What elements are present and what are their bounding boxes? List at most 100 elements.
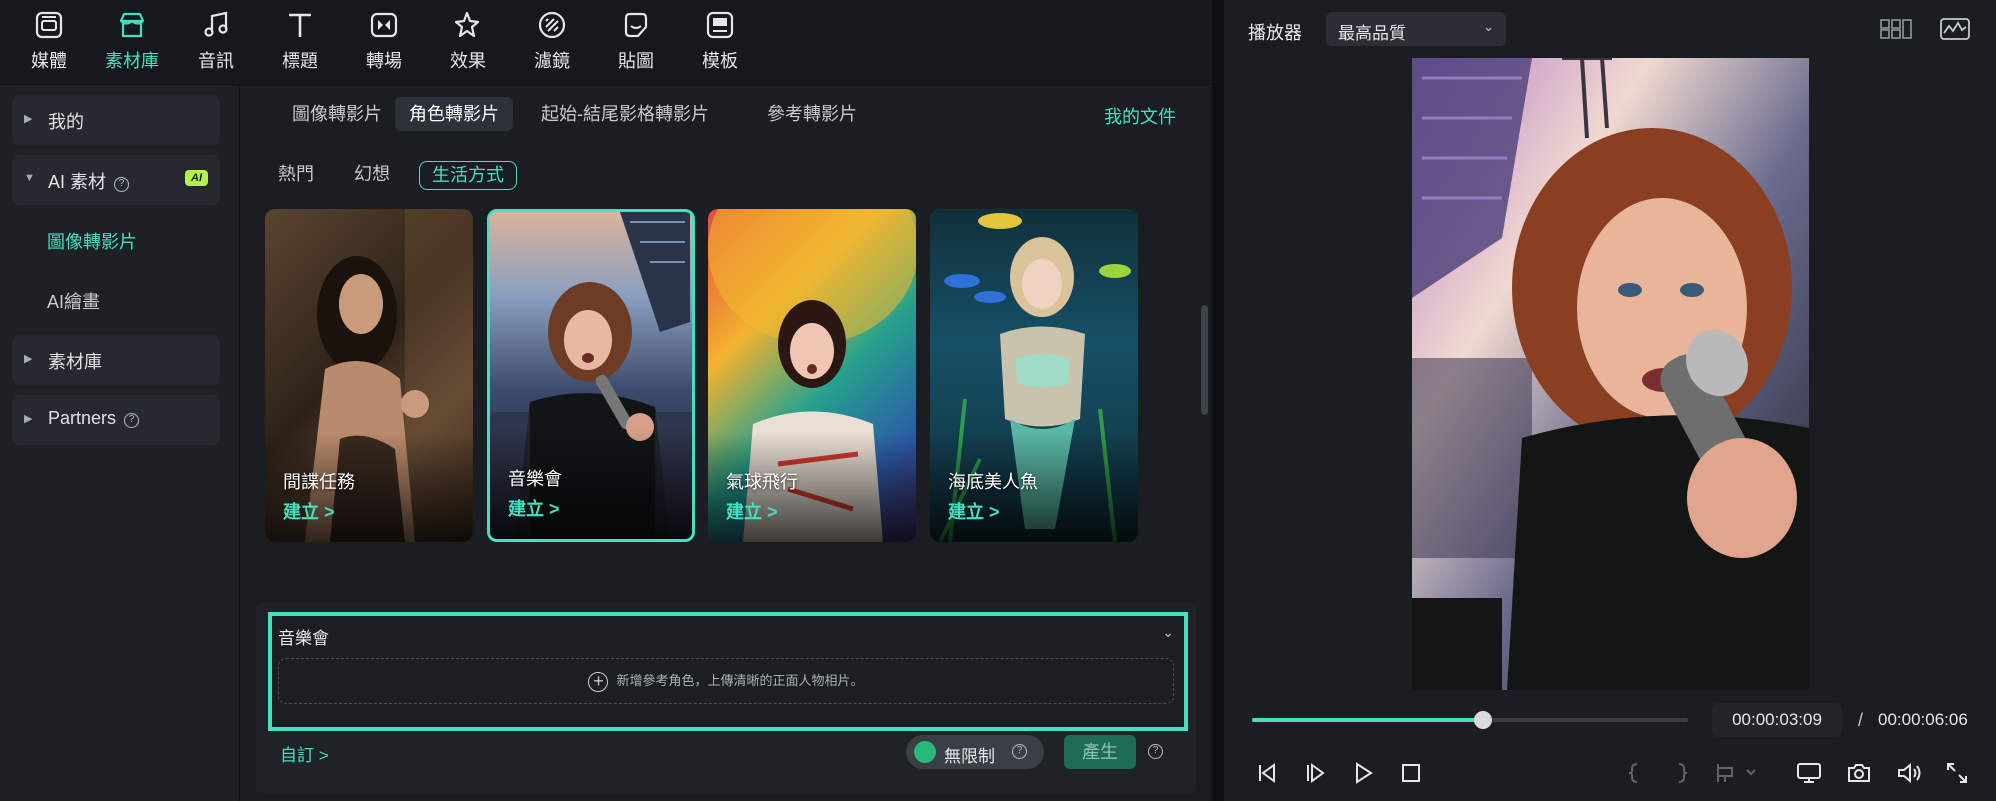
toolbar-label: 貼圖 [618,51,654,71]
sidebar-item-ai-material[interactable]: ▼ AI 素材? AI [12,155,220,205]
generate-button[interactable]: 產生 [1064,735,1136,769]
sidebar-item-stock-library[interactable]: ▶ 素材庫 [12,335,220,385]
toolbar-label: 標題 [282,51,318,71]
sidebar-item-mine[interactable]: ▶ 我的 [12,95,220,145]
stock-library-icon [119,12,145,38]
current-time[interactable]: 00:00:03:09 [1712,703,1842,737]
mark-in-icon[interactable] [1622,760,1648,786]
card-create-link[interactable]: 建立 > [283,498,335,524]
toolbar-template[interactable]: 模板 [685,8,755,74]
title-t-icon [289,13,311,37]
sidebar-item-label: 素材庫 [48,352,102,372]
sidebar-item-label-wrap: AI 素材? [48,168,130,194]
library-panel: 媒體 素材庫 音訊 標題 轉場 效果 濾鏡 貼圖 模板 ▶ 我的 ▼ AI 素材… [0,0,1212,801]
card-create-link[interactable]: 建立 > [508,495,560,521]
unlimited-credits-pill[interactable]: 無限制 ? [906,735,1044,769]
previous-frame-icon[interactable] [1254,760,1280,786]
time-separator: / [1858,710,1864,730]
next-frame-icon[interactable] [1302,760,1328,786]
card-title: 氣球飛行 [726,472,798,492]
toolbar-media[interactable]: 媒體 [14,8,84,74]
sticker-icon [624,12,648,38]
player-header: 播放器 最高品質 ⌄ [1224,0,1996,58]
add-reference-label: 新增參考角色，上傳清晰的正面人物相片。 [616,673,864,688]
toolbar-sticker[interactable]: 貼圖 [601,8,671,74]
template-icon [706,11,734,39]
chevron-down-icon: ⌄ [1483,19,1494,34]
plus-circle-icon: + [588,671,609,692]
fullscreen-icon[interactable] [1944,760,1970,786]
toolbar-stock-library[interactable]: 素材庫 [97,8,167,74]
filter-icon [538,11,566,39]
display-settings-icon[interactable] [1796,760,1822,786]
toolbar-label: 媒體 [31,51,67,71]
expand-arrow-icon: ▶ [24,413,33,425]
video-frame-image [1412,58,1809,690]
custom-link[interactable]: 自訂 > [280,741,329,766]
mark-out-icon[interactable] [1668,760,1694,786]
toolbar-audio[interactable]: 音訊 [181,8,251,74]
timeline-playhead[interactable] [1474,711,1493,729]
toolbar-transition[interactable]: 轉場 [349,8,419,74]
help-icon[interactable]: ? [124,413,140,428]
tab-start-end-frame[interactable]: 起始-結尾影格轉影片 [527,97,723,131]
template-card-selected[interactable]: 音樂會 建立 > [487,209,695,542]
tab-character-to-video[interactable]: 角色轉影片 [395,97,513,131]
chip-popular[interactable]: 熱門 [266,161,326,190]
sidebar-sub-ai-painting[interactable]: AI繪畫 [47,288,100,314]
mode-tabs: 圖像轉影片 角色轉影片 起始-結尾影格轉影片 參考轉影片 我的文件 [240,85,1212,141]
ai-badge: AI [185,170,208,186]
volume-icon[interactable] [1896,760,1922,786]
sidebar-item-label: 我的 [48,112,84,132]
template-card[interactable]: 氣球飛行 建立 > [708,209,916,542]
insert-clip-icon[interactable] [1714,760,1758,786]
card-create-link[interactable]: 建立 > [948,498,1000,524]
card-create-link[interactable]: 建立 > [726,498,778,524]
toolbar-label: 模板 [702,51,738,71]
quality-dropdown[interactable]: 最高品質 ⌄ [1326,12,1506,46]
playback-timeline[interactable] [1252,711,1688,729]
waveform-monitor-icon[interactable] [1940,18,1970,40]
chip-lifestyle[interactable]: 生活方式 [419,161,517,190]
panel-divider[interactable] [1212,0,1224,801]
player-panel: 播放器 最高品質 ⌄ 00:00:03:09 / 00:00:06:06 [1224,0,1996,801]
card-title: 間諜任務 [283,472,355,492]
help-icon[interactable]: ? [114,177,130,192]
add-reference-character-button[interactable]: + 新增參考角色，上傳清晰的正面人物相片。 [278,658,1174,704]
effects-star-icon [454,11,480,38]
chip-fantasy[interactable]: 幻想 [342,161,402,190]
toolbar-label: 音訊 [198,51,234,71]
card-title: 音樂會 [508,469,562,489]
toolbar-filter[interactable]: 濾鏡 [517,8,587,74]
snapshot-camera-icon[interactable] [1846,760,1872,786]
sidebar-sub-image-to-video[interactable]: 圖像轉影片 [47,228,137,254]
sidebar-item-label: AI 素材 [48,172,107,192]
tab-image-to-video[interactable]: 圖像轉影片 [278,97,396,131]
template-card[interactable]: 海底美人魚 建立 > [930,209,1138,542]
stop-icon[interactable] [1398,760,1424,786]
help-icon[interactable]: ? [1148,744,1163,759]
sidebar-item-label: Partners [48,408,117,428]
chevron-down-icon[interactable]: ⌄ [1162,624,1174,641]
scrollbar-thumb[interactable] [1201,305,1208,415]
top-toolbar: 媒體 素材庫 音訊 標題 轉場 效果 濾鏡 貼圖 模板 [0,0,1212,85]
library-sidebar: ▶ 我的 ▼ AI 素材? AI 圖像轉影片 AI繪畫 ▶ 素材庫 ▶ Part… [0,85,240,801]
timeline-progress [1252,718,1484,722]
my-files-link[interactable]: 我的文件 [1104,103,1176,129]
collapse-arrow-icon: ▼ [24,172,35,184]
toolbar-effects[interactable]: 效果 [433,8,503,74]
toolbar-label: 轉場 [366,51,402,71]
play-icon[interactable] [1350,760,1376,786]
video-preview-area[interactable] [1224,58,1996,690]
template-card[interactable]: 間諜任務 建立 > [265,209,473,542]
grid-layout-icon[interactable] [1880,18,1912,40]
transition-icon [370,12,398,38]
player-title: 播放器 [1248,23,1302,43]
unlimited-label: 無限制 [944,747,995,766]
toolbar-label: 素材庫 [105,51,159,71]
sidebar-item-partners[interactable]: ▶ Partners? [12,395,220,445]
help-icon[interactable]: ? [1012,744,1027,759]
toolbar-title[interactable]: 標題 [265,8,335,74]
card-title: 海底美人魚 [948,472,1038,492]
tab-reference-to-video[interactable]: 參考轉影片 [753,97,871,131]
